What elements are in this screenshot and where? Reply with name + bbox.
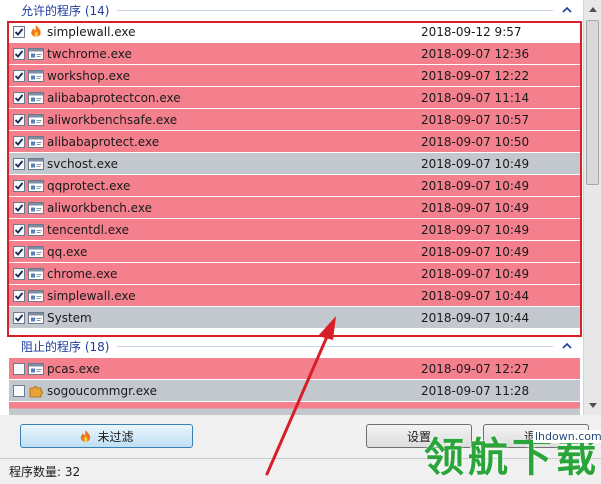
watermark-url: lhdown.com — [533, 430, 601, 443]
annotation-arrow — [265, 316, 336, 476]
